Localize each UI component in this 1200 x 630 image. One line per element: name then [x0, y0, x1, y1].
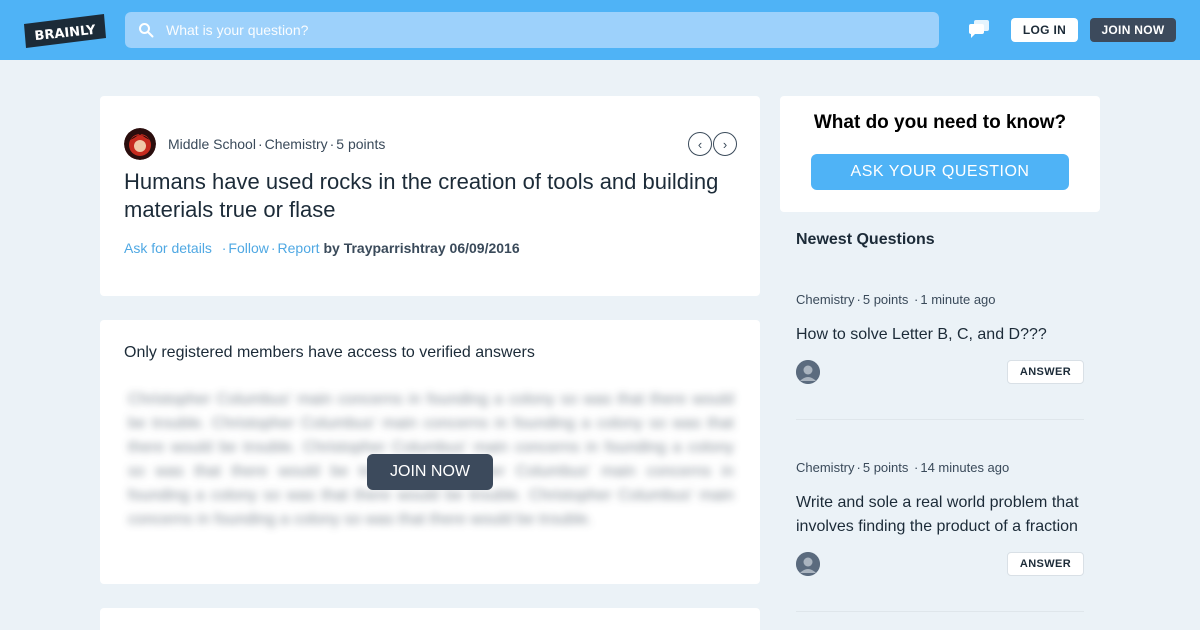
default-avatar-icon: [796, 552, 820, 576]
subject-link[interactable]: Chemistry: [796, 292, 855, 307]
newest-question-text[interactable]: How to solve Letter B, C, and D???: [796, 323, 1084, 347]
ask-for-details-link[interactable]: Ask for details: [124, 240, 212, 256]
newest-question-item: Chemistry · 5 points · 1 minute ago How to …: [796, 292, 1084, 388]
join-now-button[interactable]: JOIN NOW: [1090, 18, 1176, 42]
search-input[interactable]: [166, 22, 939, 38]
search-icon: [139, 23, 154, 38]
by-label: by: [323, 240, 340, 256]
time-label: 14 minutes ago: [920, 460, 1010, 475]
subject-link[interactable]: Chemistry: [265, 136, 328, 152]
time-label: 1 minute ago: [920, 292, 996, 307]
newest-question-item: Chemistry · 5 points · 14 minutes ago Write…: [796, 460, 1084, 580]
ask-title: What do you need to know?: [813, 112, 1067, 133]
next-arrow-icon[interactable]: ›: [713, 132, 737, 156]
messages-icon[interactable]: [969, 20, 989, 38]
question-date: 06/09/2016: [449, 240, 520, 256]
question-actions: Ask for details · Follow · Report by Traypa…: [124, 240, 520, 256]
answer-button[interactable]: ANSWER: [1007, 360, 1084, 384]
divider: [796, 419, 1084, 420]
top-bar: BRAINLY LOG IN JOIN NOW: [0, 0, 1200, 60]
next-card: [100, 608, 760, 630]
login-button[interactable]: LOG IN: [1011, 18, 1078, 42]
default-avatar-icon: [796, 360, 820, 384]
prev-arrow-icon[interactable]: ‹: [688, 132, 712, 156]
answer-gate-heading: Only registered members have access to v…: [124, 344, 535, 361]
follow-link[interactable]: Follow: [228, 240, 268, 256]
points-label: 5 points: [862, 292, 909, 307]
question-card: Middle School · Chemistry · 5 points ‹ › Hum…: [100, 96, 760, 296]
avatar-image: [124, 128, 156, 160]
grade-link[interactable]: Middle School: [168, 136, 256, 152]
brainly-logo[interactable]: BRAINLY: [24, 14, 106, 48]
points-label: 5 points: [336, 136, 386, 152]
subject-link[interactable]: Chemistry: [796, 460, 855, 475]
join-now-answer-button[interactable]: JOIN NOW: [367, 454, 493, 490]
question-nav: ‹ ›: [688, 132, 737, 156]
author-name[interactable]: Trayparrishtray: [344, 240, 446, 256]
question-meta: Middle School · Chemistry · 5 points: [168, 136, 386, 152]
answer-gate-card: Only registered members have access to v…: [100, 320, 760, 584]
author-avatar[interactable]: [124, 128, 156, 160]
answer-button[interactable]: ANSWER: [1007, 552, 1084, 576]
newest-question-text[interactable]: Write and sole a real world problem that…: [796, 491, 1084, 539]
asker-avatar[interactable]: [796, 552, 820, 576]
question-title: Humans have used rocks in the creation o…: [124, 169, 719, 222]
asker-avatar[interactable]: [796, 360, 820, 384]
newest-question-meta: Chemistry · 5 points · 14 minutes ago: [796, 460, 1010, 475]
divider: [796, 611, 1084, 612]
points-label: 5 points: [862, 460, 909, 475]
ask-question-button[interactable]: ASK YOUR QUESTION: [811, 154, 1069, 190]
search-bar[interactable]: [125, 12, 939, 48]
newest-question-meta: Chemistry · 5 points · 1 minute ago: [796, 292, 996, 307]
newest-questions-heading: Newest Questions: [796, 231, 935, 248]
report-link[interactable]: Report: [278, 240, 320, 256]
ask-question-card: What do you need to know? ASK YOUR QUEST…: [780, 96, 1100, 212]
